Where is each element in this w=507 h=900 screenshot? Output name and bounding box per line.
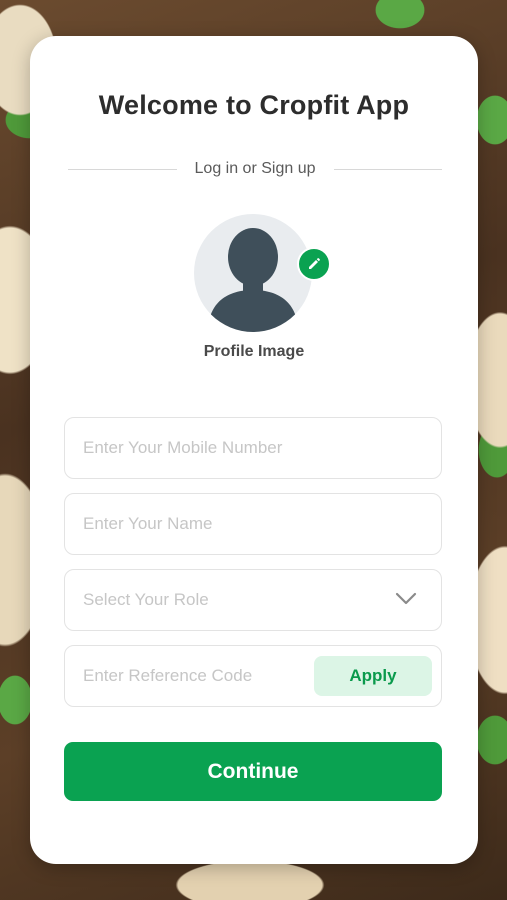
- login-card: Welcome to Cropfit App Log in or Sign up…: [30, 36, 478, 864]
- reference-code-field: Apply: [64, 645, 442, 707]
- apply-button[interactable]: Apply: [314, 656, 432, 696]
- continue-button[interactable]: Continue: [64, 742, 442, 801]
- name-input[interactable]: [65, 494, 441, 554]
- role-select-placeholder: Select Your Role: [83, 590, 209, 609]
- role-select[interactable]: Select Your Role: [64, 569, 442, 631]
- mobile-number-field: [64, 417, 442, 479]
- login-divider: Log in or Sign up: [68, 158, 443, 180]
- person-silhouette-icon: [208, 228, 298, 332]
- profile-image-label: Profile Image: [203, 343, 305, 360]
- login-signup-label: Log in or Sign up: [194, 160, 316, 177]
- page-title: Welcome to Cropfit App: [98, 90, 410, 120]
- name-field: [64, 493, 442, 555]
- pencil-icon: [309, 258, 320, 269]
- chevron-down-icon: [395, 592, 417, 605]
- mobile-number-input[interactable]: [65, 418, 441, 478]
- divider-line-right: [333, 168, 443, 170]
- profile-avatar[interactable]: [194, 214, 312, 332]
- edit-profile-image-button[interactable]: [297, 247, 331, 281]
- divider-line-left: [68, 168, 177, 170]
